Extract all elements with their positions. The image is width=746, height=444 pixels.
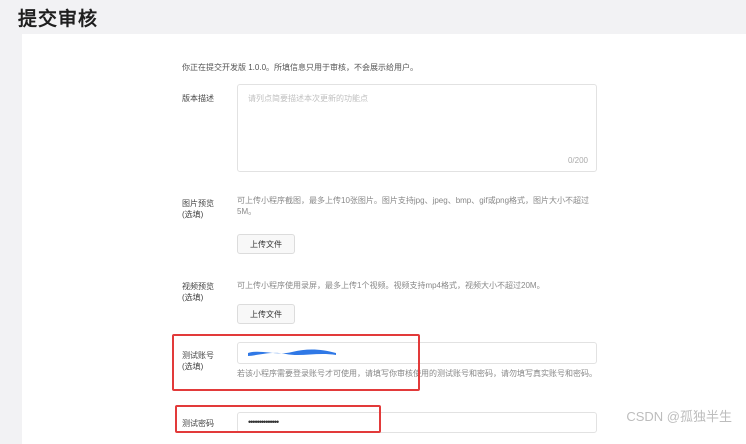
highlight-box-account bbox=[172, 334, 420, 391]
version-desc-textarea[interactable]: 请列点简要描述本次更新的功能点 0/200 bbox=[237, 84, 597, 172]
video-preview-hint: 可上传小程序使用录屏，最多上传1个视频。视频支持mp4格式，视频大小不超过20M… bbox=[237, 281, 545, 290]
highlight-box-password bbox=[175, 405, 381, 433]
watermark: CSDN @孤独半生 bbox=[626, 409, 732, 424]
upload-image-button[interactable]: 上传文件 bbox=[237, 234, 295, 254]
version-desc-label: 版本描述 bbox=[182, 94, 214, 103]
video-preview-optional: (选填) bbox=[182, 293, 204, 302]
page-title: 提交审核 bbox=[18, 9, 99, 30]
video-preview-label: 视频预览 (选填) bbox=[182, 281, 214, 303]
submit-intro-text: 你正在提交开发版 1.0.0。所填信息只用于审核，不会展示给用户。 bbox=[182, 63, 419, 72]
image-preview-optional: (选填) bbox=[182, 210, 204, 219]
image-preview-label: 图片预览 (选填) bbox=[182, 198, 214, 220]
video-preview-label-text: 视频预览 bbox=[182, 282, 214, 291]
upload-video-button[interactable]: 上传文件 bbox=[237, 304, 295, 324]
image-preview-hint: 可上传小程序截图，最多上传10张图片。图片支持jpg、jpeg、bmp、gif或… bbox=[237, 196, 590, 216]
image-preview-label-text: 图片预览 bbox=[182, 199, 214, 208]
version-desc-placeholder: 请列点简要描述本次更新的功能点 bbox=[248, 94, 368, 103]
version-desc-counter: 0/200 bbox=[567, 156, 588, 165]
